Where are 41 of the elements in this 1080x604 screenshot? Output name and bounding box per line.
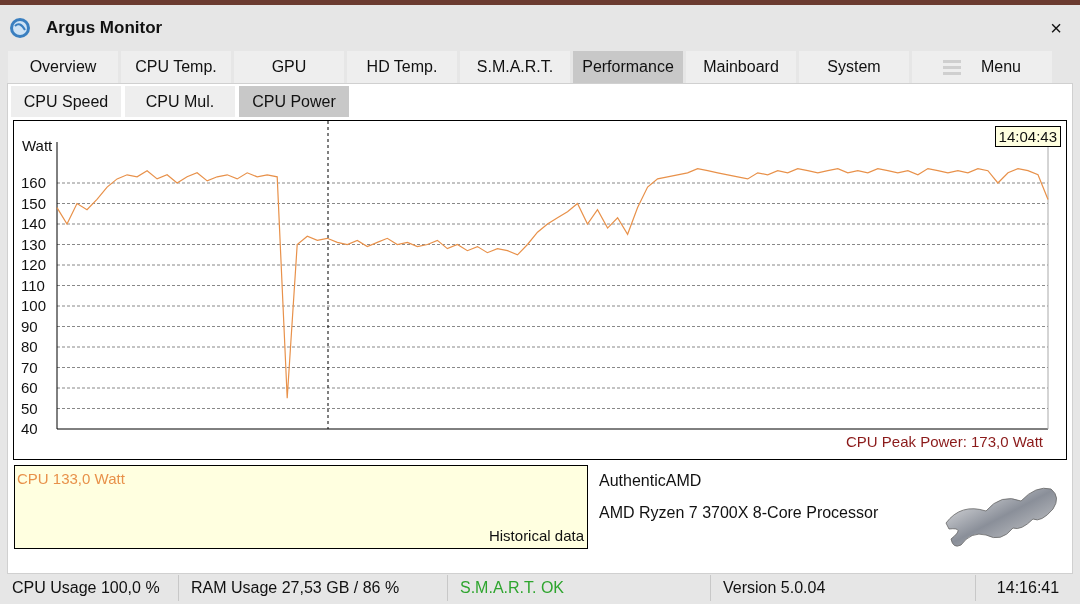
menu-icon (943, 59, 961, 75)
y-tick-label: 160 (21, 174, 47, 191)
status-text: CPU Usage 100,0 % (11, 578, 161, 598)
smart-status: S.M.A.R.T. OK (447, 575, 710, 601)
status-text: Version 5.0.04 (710, 575, 975, 601)
y-tick-label: 150 (21, 194, 47, 212)
app-logo-icon (9, 17, 31, 39)
cpu-vendor: AuthenticAMD (599, 471, 703, 491)
y-tick-label: 110 (21, 276, 45, 294)
historical-caption: Historical data (488, 525, 584, 546)
y-tick-label: 140 (21, 215, 47, 232)
cpu-model: AMD Ryzen 7 3700X 8-Core Processor (599, 503, 879, 523)
tab[interactable]: GPU (234, 51, 344, 83)
y-tick-label: 100 (21, 297, 47, 314)
subtab[interactable]: CPU Mul. (125, 86, 235, 117)
y-tick-label: 130 (21, 235, 47, 253)
peak-power-label: CPU Peak Power: 173,0 Watt (845, 433, 1043, 450)
timestamp-label: 14:04:43 (994, 126, 1061, 147)
y-tick-label: 40 (21, 420, 38, 437)
y-tick-label: 90 (21, 317, 38, 335)
subtab[interactable]: CPU Power (239, 86, 349, 117)
y-tick-label: 70 (21, 358, 38, 376)
y-tick-label: 50 (21, 399, 38, 417)
tab[interactable]: System (799, 51, 909, 83)
status-text: RAM Usage 27,53 GB / 86 % (178, 575, 447, 601)
tab[interactable]: Overview (8, 51, 118, 83)
y-axis-label: Watt (22, 137, 53, 154)
subtab[interactable]: CPU Speed (11, 86, 121, 117)
power-reading: CPU 133,0 Watt (17, 469, 125, 489)
y-tick-label: 60 (21, 379, 38, 396)
y-tick-label: 80 (21, 338, 38, 355)
y-tick-label: 120 (21, 256, 47, 273)
close-button[interactable]: × (1043, 15, 1069, 41)
tab[interactable]: HD Temp. (347, 51, 457, 83)
clock-text: 14:16:41 (975, 575, 1080, 601)
tab[interactable]: S.M.A.R.T. (460, 51, 570, 83)
window-title: Argus Monitor (46, 17, 163, 40)
tab[interactable]: Performance (573, 51, 683, 83)
tab[interactable]: Mainboard (686, 51, 796, 83)
tab[interactable]: CPU Temp. (121, 51, 231, 83)
menu-button[interactable]: Menu (912, 51, 1052, 83)
